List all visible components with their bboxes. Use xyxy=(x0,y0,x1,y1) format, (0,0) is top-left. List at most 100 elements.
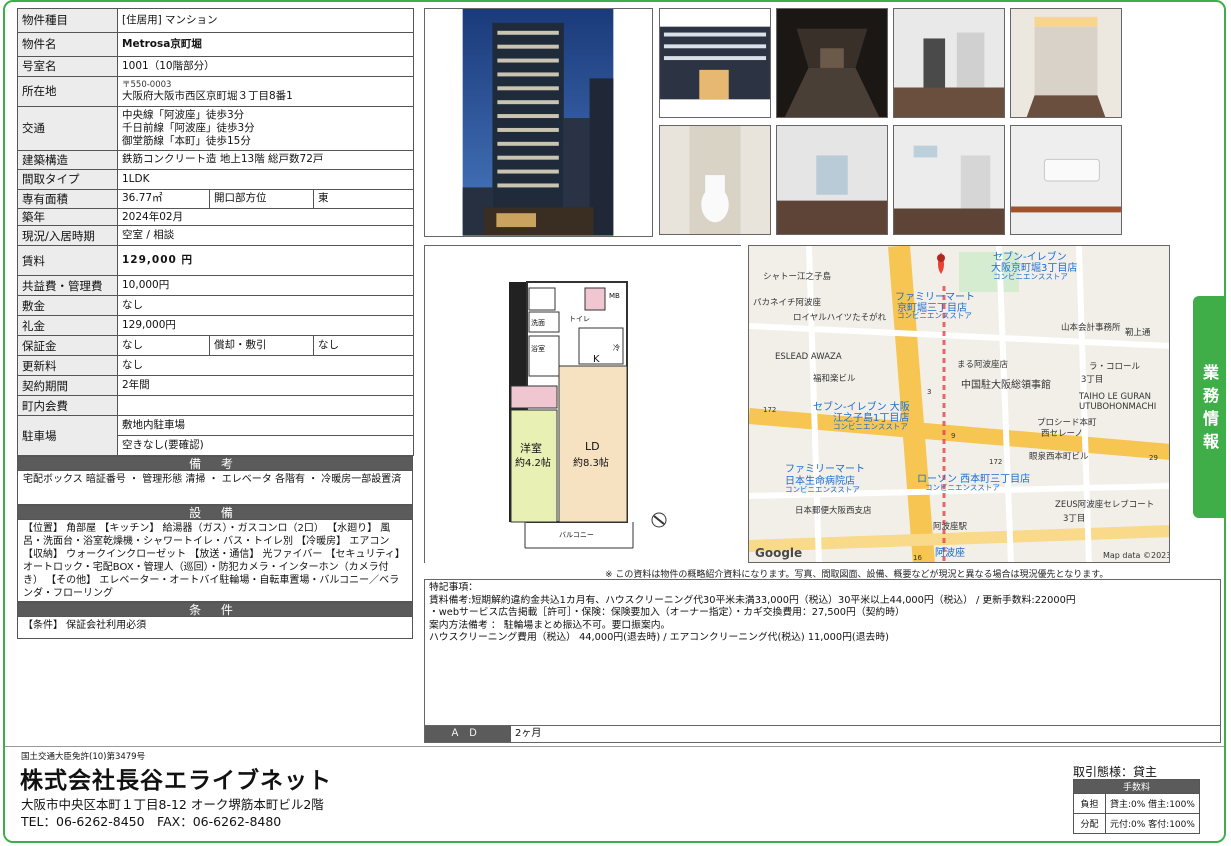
commission-table: 手数料 負担 貸主:0% 借主:100% 分配 元付:0% 客付:100% xyxy=(1073,779,1200,834)
split-value: 元付:0% 客付:100% xyxy=(1105,813,1200,834)
remarks-line: 案内方法備考 ： 駐輪場まとめ振込不可。要口振案内。 xyxy=(429,619,671,631)
rent-label: 賃料 xyxy=(17,245,118,277)
route-marker: 172 xyxy=(763,406,777,414)
remarks-body: 宅配ボックス 暗証番号 ・ 管理形態 清掃 ・ エレベータ 各階有 ・ 冷暖房一… xyxy=(17,471,413,506)
deposit-value: なし xyxy=(117,295,414,317)
key-money-label: 礼金 xyxy=(17,315,118,337)
map-label: ロイヤルハイツたそがれ xyxy=(793,313,887,323)
map-label: シャトー江之子島 xyxy=(763,272,832,282)
thumbnail-closet[interactable] xyxy=(1010,8,1122,118)
transit-line: 御堂筋線「本町」徒歩15分 xyxy=(122,135,251,148)
closet-image xyxy=(1011,9,1121,117)
address-cell: 〒550-0003 大阪府大阪市西区京町堀３丁目8番1 xyxy=(117,76,414,107)
status-value: 空室 / 相談 xyxy=(117,225,414,247)
property-table: 物件種目 [住居用] マンション 物件名 Metrosa京町堀 号室名 1001… xyxy=(17,8,414,640)
postal-code: 〒550-0003 xyxy=(122,79,172,90)
washroom-label: 洗面 xyxy=(531,319,545,327)
layout-value: 1LDK xyxy=(117,169,414,190)
property-sheet: 物件種目 [住居用] マンション 物件名 Metrosa京町堀 号室名 1001… xyxy=(3,0,1226,843)
facing-label: 開口部方位 xyxy=(209,189,314,209)
split-label: 分配 xyxy=(1073,813,1106,834)
map-label: まる阿波座店 xyxy=(957,360,1009,370)
location-map[interactable]: シャトー江之子島 セブン-イレブン 大阪京町堀3丁目店 コンビニエンスストア フ… xyxy=(748,245,1170,563)
map-attribution: Map data ©2023 xyxy=(1103,551,1170,560)
facilities-body: 【位置】 角部屋 【キッチン】 給湯器（ガス）・ガスコンロ（2口） 【水廻り】 … xyxy=(17,520,413,603)
structure-label: 建築構造 xyxy=(17,150,118,170)
renewal-value: なし xyxy=(117,355,414,377)
structure-value: 鉄筋コンクリート造 地上13階 総戸数72戸 xyxy=(117,150,414,170)
guarantee-label: 保証金 xyxy=(17,335,118,357)
fridge-label: 冷 xyxy=(613,344,620,352)
transit-line: 千日前線「阿波座」徒歩3分 xyxy=(122,121,255,134)
transaction-type: 取引態様：貸主 xyxy=(1073,765,1158,779)
area-value: 36.77㎡ xyxy=(117,189,210,209)
map-label: ESLEAD AWAZA xyxy=(775,352,842,362)
map-label: ラ・コロール xyxy=(1089,362,1141,372)
key-money-value: 129,000円 xyxy=(117,315,414,337)
aircon-image xyxy=(1011,126,1121,234)
ad-label: ＡＤ xyxy=(425,726,511,742)
thumbnail-aircon[interactable] xyxy=(1010,125,1122,235)
burden-value: 貸主:0% 借主:100% xyxy=(1105,793,1200,814)
thumbnail-lobby[interactable] xyxy=(776,8,888,118)
lobby-image xyxy=(777,9,887,117)
address-label: 所在地 xyxy=(17,76,118,107)
company-footer: 国土交通大臣免許(10)第3479号 株式会社長谷エライブネット 大阪市中央区本… xyxy=(5,746,1224,841)
fee-value: 10,000円 xyxy=(117,275,414,297)
room-image-3 xyxy=(894,126,1004,234)
remarks-line: 特記事項： xyxy=(429,582,478,593)
contract-value: 2年間 xyxy=(117,375,414,397)
transit-line: 中央線「阿波座」徒歩3分 xyxy=(122,108,245,121)
map-label: 3丁目 xyxy=(1081,375,1104,385)
tab-char: 情 xyxy=(1202,409,1219,428)
mb-label: MB xyxy=(609,292,620,300)
room1-size: 約4.2帖 xyxy=(515,458,551,469)
guarantee-value: なし xyxy=(117,335,210,357)
room-image-2 xyxy=(777,126,887,234)
built-label: 築年 xyxy=(17,207,118,227)
thumbnail-toilet[interactable] xyxy=(659,125,771,235)
deposit-label: 敷金 xyxy=(17,295,118,317)
amortization-label: 償却・敷引 xyxy=(209,335,314,357)
room-image-1 xyxy=(894,9,1004,117)
parking-type: 敷地内駐車場 xyxy=(117,415,414,437)
bath-label: 浴室 xyxy=(531,345,545,353)
map-label: UTUBOHONMACHI xyxy=(1079,402,1157,412)
route-marker: 16 xyxy=(913,554,922,562)
company-name: 株式会社長谷エライブネット xyxy=(20,768,332,794)
balcony-label: バルコニー xyxy=(559,531,594,539)
tab-char: 業 xyxy=(1202,362,1219,382)
map-label: 西セレーノ xyxy=(1041,429,1083,439)
map-label: TAIHO LE GURAN xyxy=(1079,392,1151,402)
map-label: コンビニエンスストア xyxy=(925,483,1000,492)
floor-plan-drawing xyxy=(425,246,742,564)
building-exterior-photo xyxy=(424,8,653,237)
business-info-tab[interactable]: 業 務 情 報 xyxy=(1193,296,1224,518)
remarks-line: 賃料備考:短期解約違約金共込1カ月有、ハウスクリーニング代30平米未満33,00… xyxy=(429,594,1076,606)
map-label: 中国駐大阪総領事館 xyxy=(961,380,1051,391)
commission-header: 手数料 xyxy=(1073,779,1200,794)
room2-size: 約8.3帖 xyxy=(573,458,609,469)
address-value: 大阪府大阪市西区京町堀３丁目8番1 xyxy=(122,90,293,103)
transit-label: 交通 xyxy=(17,106,118,151)
thumbnail-room-1[interactable] xyxy=(893,8,1005,118)
map-label: パカネイチ阿波座 xyxy=(753,298,822,308)
map-label: 3丁目 xyxy=(1063,514,1086,524)
name-value: Metrosa京町堀 xyxy=(117,32,414,57)
company-phone: TEL：06-6262-8450 FAX：06-6262-8480 xyxy=(21,814,282,829)
toilet-image xyxy=(660,126,770,234)
map-label: コンビニエンスストア xyxy=(833,422,908,431)
thumbnail-entrance[interactable] xyxy=(659,8,771,118)
map-label: コンビニエンスストア xyxy=(993,272,1068,281)
area-label: 専有面積 xyxy=(17,189,118,209)
building-exterior-image xyxy=(462,9,614,236)
status-label: 現況/入居時期 xyxy=(17,225,118,247)
thumbnail-room-2[interactable] xyxy=(776,125,888,235)
facing-value: 東 xyxy=(313,189,414,209)
thumbnail-room-3[interactable] xyxy=(893,125,1005,235)
built-value: 2024年02月 xyxy=(117,207,414,227)
route-marker: 172 xyxy=(989,458,1003,466)
conditions-heading: 条 件 xyxy=(17,602,413,618)
route-marker: 29 xyxy=(1149,454,1158,462)
tab-char: 報 xyxy=(1202,432,1219,452)
